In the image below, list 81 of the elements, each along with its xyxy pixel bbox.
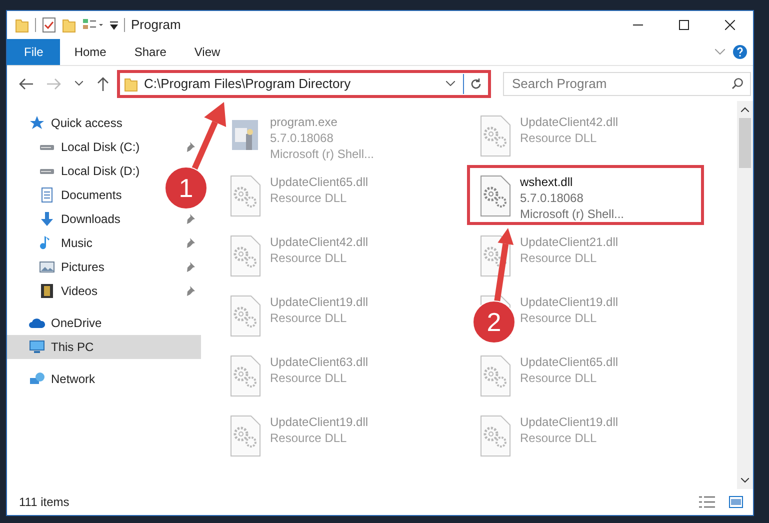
address-bar[interactable]: C:\Program Files\Program Directory [117, 70, 491, 98]
gear-file-icon [478, 234, 512, 278]
pin-icon[interactable] [186, 286, 195, 296]
sidebar-item[interactable]: OneDrive [51, 314, 102, 332]
sidebar-item[interactable]: Music [61, 234, 92, 252]
network-icon [29, 371, 45, 387]
address-path: C:\Program Files\Program Directory [144, 74, 351, 93]
film-icon [39, 283, 55, 299]
file-detail: Resource DLL [270, 310, 348, 326]
file-detail: Resource DLL [520, 310, 598, 326]
pin-icon[interactable] [186, 238, 195, 248]
file-detail: Resource DLL [520, 130, 598, 146]
file-detail: Resource DLL [520, 430, 598, 446]
file-detail: 5.7.0.18068 [520, 190, 584, 206]
sidebar-item[interactable]: Local Disk (C:) [61, 138, 140, 156]
file-detail: Resource DLL [520, 250, 598, 266]
gear-file-icon [478, 174, 512, 218]
back-icon[interactable] [19, 78, 33, 90]
file-detail: Resource DLL [520, 370, 598, 386]
item-count: 111 items [19, 494, 70, 511]
up-icon[interactable] [97, 76, 109, 90]
folder-icon [124, 76, 138, 92]
chevron-down-icon[interactable] [446, 81, 455, 86]
close-icon[interactable] [725, 20, 735, 30]
file-detail: 5.7.0.18068 [270, 130, 334, 146]
chevron-down-icon[interactable] [75, 81, 83, 86]
window-title: Program [131, 16, 181, 34]
drive-icon [39, 168, 55, 174]
sidebar-item[interactable]: Downloads [61, 210, 120, 228]
step-number: 2 [486, 307, 502, 337]
sidebar-item[interactable]: This PC [7, 335, 201, 359]
sidebar-item[interactable]: Network [51, 370, 96, 388]
star-icon [29, 115, 45, 131]
ribbon-tab[interactable]: View [180, 39, 234, 65]
ribbon-tab[interactable]: Home [60, 39, 120, 65]
file-detail: Resource DLL [270, 250, 348, 266]
sidebar-item[interactable]: Documents [61, 186, 122, 204]
details-view-icon[interactable] [699, 496, 715, 508]
download-arrow-icon [39, 211, 55, 227]
scroll-up-icon[interactable] [741, 107, 749, 112]
refresh-icon[interactable] [470, 78, 482, 90]
gear-file-icon [478, 354, 512, 398]
ribbon-tab[interactable]: File [7, 39, 60, 65]
file-detail: Resource DLL [270, 370, 348, 386]
document-icon [39, 187, 55, 203]
pin-icon[interactable] [186, 214, 195, 224]
gear-file-icon [228, 354, 262, 398]
file-detail: Resource DLL [270, 430, 348, 446]
sidebar-item[interactable]: Pictures [61, 258, 104, 276]
drive-icon [39, 144, 55, 150]
search-field[interactable]: Search Program [503, 72, 751, 96]
search-icon [732, 78, 743, 88]
gear-file-icon [478, 414, 512, 458]
file-detail: Microsoft (r) Shell... [520, 206, 624, 222]
tiles-view-icon[interactable] [729, 496, 743, 508]
picture-icon [39, 259, 55, 275]
dropdown-icon[interactable] [110, 20, 118, 30]
gear-file-icon [228, 174, 262, 218]
properties-icon[interactable] [82, 18, 104, 32]
file-name[interactable]: wshext.dll [520, 174, 624, 190]
sidebar-item[interactable]: Quick access [51, 114, 122, 132]
sidebar-item[interactable]: Local Disk (D:) [61, 162, 140, 180]
maximize-icon[interactable] [679, 20, 689, 30]
ribbon-tab[interactable]: Share [120, 39, 180, 65]
checklist-icon[interactable] [42, 17, 56, 33]
step-number: 1 [178, 173, 194, 203]
file-detail: Resource DLL [270, 190, 348, 206]
sidebar-item[interactable]: Videos [61, 282, 98, 300]
monitor-icon [29, 339, 45, 355]
file-detail: Microsoft (r) Shell... [270, 146, 374, 162]
gear-file-icon [478, 114, 512, 158]
minimize-icon[interactable] [633, 24, 643, 26]
pin-icon[interactable] [186, 142, 195, 152]
gear-file-icon [228, 294, 262, 338]
help-icon[interactable] [733, 45, 747, 59]
scroll-thumb[interactable] [739, 118, 751, 168]
scroll-down-icon[interactable] [741, 478, 749, 483]
scrollbar[interactable] [737, 101, 753, 489]
pin-icon[interactable] [186, 262, 195, 272]
gear-file-icon [228, 414, 262, 458]
gear-file-icon [228, 234, 262, 278]
